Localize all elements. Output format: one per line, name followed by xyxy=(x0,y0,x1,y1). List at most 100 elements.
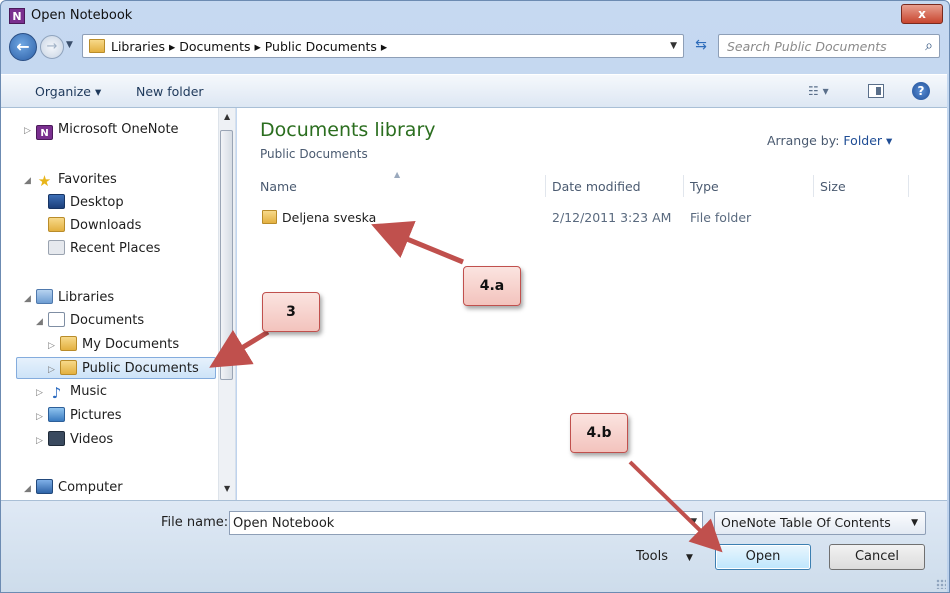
sidebar-item-label: Microsoft OneNote xyxy=(58,122,179,137)
search-box[interactable]: Search Public Documents ⌕ xyxy=(718,34,940,58)
sort-ascending-icon: ▲ xyxy=(394,170,401,179)
expand-icon[interactable]: ▷ xyxy=(36,430,48,452)
chevron-down-icon[interactable]: ▼ xyxy=(670,41,677,51)
search-input[interactable]: Search Public Documents xyxy=(727,39,887,54)
open-button[interactable]: Open xyxy=(715,544,811,570)
chevron-down-icon[interactable]: ▼ xyxy=(686,553,693,563)
column-header-type[interactable]: Type xyxy=(690,179,719,194)
folder-icon xyxy=(262,210,277,224)
organize-button[interactable]: Organize ▾ xyxy=(35,84,101,99)
scrollbar-thumb[interactable] xyxy=(220,130,233,380)
arrange-by-label: Arrange by: xyxy=(767,133,840,148)
expand-icon[interactable]: ◢ xyxy=(36,311,48,333)
folder-icon xyxy=(60,360,77,375)
sidebar-item-label: Computer xyxy=(58,480,123,495)
help-icon[interactable]: ? xyxy=(912,82,930,100)
close-button[interactable]: x xyxy=(901,4,943,24)
sidebar-item-label: My Documents xyxy=(82,337,180,352)
expand-icon[interactable]: ◢ xyxy=(24,170,36,192)
sidebar-item-pictures[interactable]: ▷ Pictures xyxy=(36,405,121,427)
sidebar-item-videos[interactable]: ▷ Videos xyxy=(36,429,113,451)
title-bar: N Open Notebook x xyxy=(1,1,949,31)
sidebar-item-documents[interactable]: ◢ Documents xyxy=(36,310,144,332)
scroll-up-icon[interactable]: ▲ xyxy=(224,112,230,121)
sidebar-item-onenote[interactable]: ▷ N Microsoft OneNote xyxy=(24,119,179,141)
sidebar-item-label: Recent Places xyxy=(70,241,161,256)
column-divider[interactable] xyxy=(908,175,909,197)
sidebar-item-downloads[interactable]: Downloads xyxy=(36,215,141,237)
expand-icon[interactable]: ◢ xyxy=(24,478,36,500)
expand-icon[interactable]: ▷ xyxy=(36,406,48,428)
row-type: File folder xyxy=(690,210,752,225)
arrange-by-value[interactable]: Folder ▾ xyxy=(843,133,892,148)
callout-4b: 4.b xyxy=(570,413,628,453)
sidebar-item-public-documents[interactable]: ▷ Public Documents xyxy=(16,357,216,379)
change-view-icon[interactable]: ☷ ▾ xyxy=(808,84,829,98)
sidebar-item-music[interactable]: ▷ ♪ Music xyxy=(36,381,107,403)
file-name-field[interactable]: ▼ xyxy=(229,511,703,535)
sidebar-item-libraries[interactable]: ◢ Libraries xyxy=(24,287,114,309)
scroll-down-icon[interactable]: ▼ xyxy=(224,484,230,493)
column-divider[interactable] xyxy=(545,175,546,197)
videos-icon xyxy=(48,431,65,446)
sidebar-item-label: Downloads xyxy=(70,218,142,233)
onenote-icon: N xyxy=(36,125,53,140)
sidebar-item-label: Libraries xyxy=(58,290,115,305)
folder-icon xyxy=(89,39,105,53)
sidebar-item-label: Public Documents xyxy=(82,361,199,376)
tools-button[interactable]: Tools xyxy=(636,549,668,564)
sidebar-item-desktop[interactable]: Desktop xyxy=(36,192,124,214)
sidebar-item-label: Pictures xyxy=(70,408,122,423)
sidebar-item-label: Music xyxy=(70,384,107,399)
file-type-select[interactable]: OneNote Table Of Contents ▼ xyxy=(714,511,926,535)
library-icon xyxy=(36,289,53,304)
expand-icon[interactable]: ▷ xyxy=(48,359,60,381)
sidebar-item-my-documents[interactable]: ▷ My Documents xyxy=(48,334,179,356)
callout-3: 3 xyxy=(262,292,320,332)
desktop-icon xyxy=(48,194,65,209)
row-date-modified: 2/12/2011 3:23 AM xyxy=(552,210,672,225)
sidebar-item-recent-places[interactable]: Recent Places xyxy=(36,238,160,260)
breadcrumb[interactable]: Libraries ▸ Documents ▸ Public Documents… xyxy=(111,39,387,54)
file-name-input[interactable] xyxy=(230,512,670,534)
resize-grip[interactable] xyxy=(936,579,946,589)
forward-button[interactable]: → xyxy=(40,35,64,59)
table-row[interactable]: Deljena sveska 2/12/2011 3:23 AM File fo… xyxy=(255,207,915,229)
expand-icon[interactable]: ▷ xyxy=(24,120,36,142)
preview-pane-icon[interactable] xyxy=(868,84,884,98)
row-name[interactable]: Deljena sveska xyxy=(282,210,376,225)
history-dropdown-icon[interactable]: ▼ xyxy=(66,40,76,54)
callout-4a: 4.a xyxy=(463,266,521,306)
column-header-size[interactable]: Size xyxy=(820,179,846,194)
computer-icon xyxy=(36,479,53,494)
recent-places-icon xyxy=(48,240,65,255)
sidebar-item-favorites[interactable]: ◢ ★ Favorites xyxy=(24,169,117,191)
pictures-icon xyxy=(48,407,65,422)
chevron-down-icon[interactable]: ▼ xyxy=(911,518,918,528)
expand-icon[interactable]: ▷ xyxy=(36,382,48,404)
sidebar-item-label: Favorites xyxy=(58,172,117,187)
downloads-icon xyxy=(48,217,65,232)
column-divider[interactable] xyxy=(813,175,814,197)
chevron-down-icon[interactable]: ▼ xyxy=(690,517,697,527)
cancel-button[interactable]: Cancel xyxy=(829,544,925,570)
window-title: Open Notebook xyxy=(31,8,133,23)
star-icon: ★ xyxy=(37,172,52,190)
expand-icon[interactable]: ▷ xyxy=(48,335,60,357)
library-title: Documents library xyxy=(260,119,436,141)
folder-icon xyxy=(60,336,77,351)
sidebar-item-label: Desktop xyxy=(70,195,124,210)
expand-icon[interactable]: ◢ xyxy=(24,288,36,310)
new-folder-button[interactable]: New folder xyxy=(136,84,204,99)
refresh-icon[interactable]: ⇆ xyxy=(688,34,714,58)
sidebar-item-computer[interactable]: ◢ Computer xyxy=(24,477,123,499)
column-header-date-modified[interactable]: Date modified xyxy=(552,179,641,194)
search-icon[interactable]: ⌕ xyxy=(925,38,933,54)
column-divider[interactable] xyxy=(683,175,684,197)
address-bar[interactable]: Libraries ▸ Documents ▸ Public Documents… xyxy=(82,34,684,58)
arrange-by[interactable]: Arrange by: Folder ▾ xyxy=(767,133,892,148)
library-subtitle: Public Documents xyxy=(260,147,368,161)
file-name-label: File name: xyxy=(161,515,229,530)
column-header-name[interactable]: Name xyxy=(260,179,297,194)
back-button[interactable]: ← xyxy=(9,33,37,61)
